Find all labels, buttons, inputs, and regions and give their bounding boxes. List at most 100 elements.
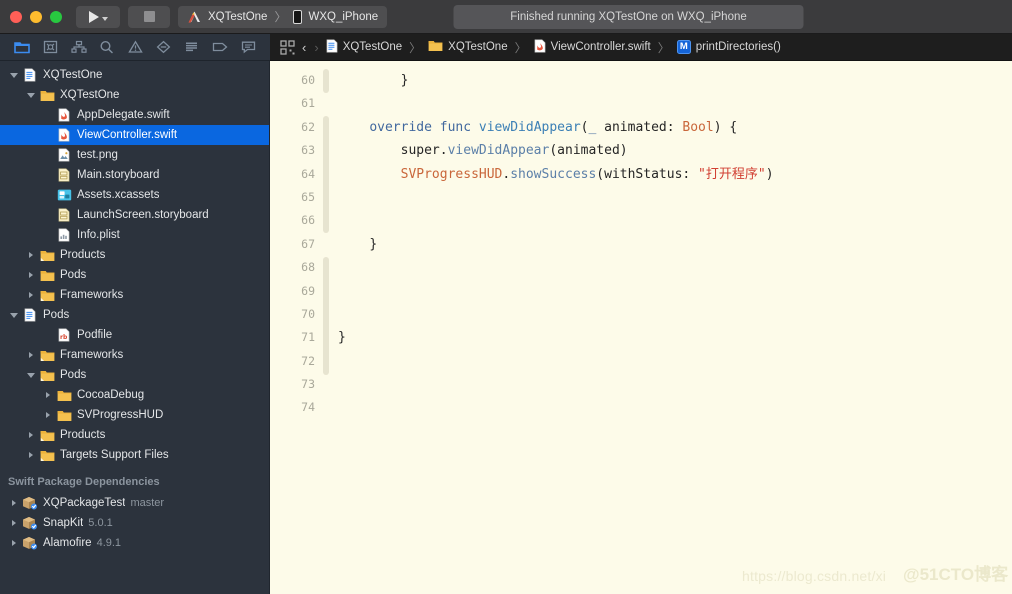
navigate-forward-button[interactable]: ›: [313, 41, 319, 54]
xcode-hammer-icon: [187, 10, 202, 24]
folder-icon: [56, 388, 72, 403]
code-line[interactable]: [338, 303, 1012, 326]
chevron-right-icon[interactable]: [42, 412, 54, 418]
tree-row[interactable]: test.png: [0, 145, 269, 165]
code-token: super: [400, 143, 440, 159]
tree-row[interactable]: Targets Support Files: [0, 445, 269, 465]
code-line[interactable]: }: [338, 69, 1012, 92]
tree-row[interactable]: Frameworks: [0, 345, 269, 365]
tree-row[interactable]: Assets.xcassets: [0, 185, 269, 205]
tree-row[interactable]: AppDelegate.swift: [0, 105, 269, 125]
folder-badge-icon: [39, 428, 55, 443]
folder-badge-icon: [39, 288, 55, 303]
project-navigator[interactable]: XQTestOne XQTestOne AppDelegate.swift ViewC…: [0, 61, 270, 594]
zoom-window-button[interactable]: [50, 10, 62, 23]
tree-row[interactable]: Products: [0, 425, 269, 445]
code-token: }: [369, 236, 378, 252]
tree-row[interactable]: Main.storyboard: [0, 165, 269, 185]
find-navigator-icon[interactable]: [95, 37, 119, 57]
code-line[interactable]: [338, 350, 1012, 373]
breadcrumb-item-project[interactable]: XQTestOne: [326, 38, 402, 56]
swift-file-icon: [56, 108, 72, 123]
code-token: }: [338, 330, 346, 346]
scheme-destination-selector[interactable]: XQTestOne 〉 WXQ_iPhone: [178, 5, 388, 28]
minimize-window-button[interactable]: [30, 10, 42, 23]
tree-row[interactable]: Products: [0, 245, 269, 265]
code-line[interactable]: [338, 209, 1012, 232]
breakpoint-navigator-icon[interactable]: [208, 37, 232, 57]
stop-button[interactable]: [128, 5, 170, 28]
code-token: (withStatus:: [596, 166, 699, 182]
source-control-navigator-icon[interactable]: [38, 37, 62, 57]
close-window-button[interactable]: [10, 10, 22, 23]
source-editor[interactable]: 60 61 62 63 64 65 66 67 68 69 70 71 72 73 74 } overrid…: [270, 61, 1012, 594]
code-line[interactable]: override func viewDidAppear(_ animated: …: [338, 116, 1012, 139]
issue-navigator-icon[interactable]: [123, 37, 147, 57]
symbol-navigator-icon[interactable]: [67, 37, 91, 57]
code-token: viewDidAppear: [478, 119, 581, 135]
chevron-right-icon[interactable]: [8, 500, 20, 506]
tree-row[interactable]: Alamofire 4.9.1: [0, 533, 269, 553]
chevron-right-icon[interactable]: [25, 452, 37, 458]
code-line[interactable]: [338, 396, 1012, 419]
chevron-right-icon[interactable]: [25, 352, 37, 358]
tree-row[interactable]: CocoaDebug: [0, 385, 269, 405]
breadcrumb-item-file[interactable]: ViewController.swift: [534, 38, 651, 56]
code-content[interactable]: } override func viewDidAppear(_ animated…: [322, 61, 1012, 594]
tree-row[interactable]: SnapKit 5.0.1: [0, 513, 269, 533]
test-navigator-icon[interactable]: [151, 37, 175, 57]
chevron-down-icon[interactable]: [8, 72, 20, 78]
chevron-right-icon[interactable]: [25, 432, 37, 438]
package-version-label: 4.9.1: [96, 537, 122, 549]
navigate-back-button[interactable]: ‹: [301, 41, 307, 54]
tree-row[interactable]: SVProgressHUD: [0, 405, 269, 425]
chevron-down-icon[interactable]: [25, 92, 37, 98]
tree-row-selected[interactable]: ViewController.swift: [0, 125, 269, 145]
tree-row[interactable]: Info.plist: [0, 225, 269, 245]
code-line[interactable]: [338, 280, 1012, 303]
chevron-down-icon: [101, 17, 108, 21]
code-line[interactable]: }: [338, 233, 1012, 256]
scheme-name: XQTestOne: [208, 10, 268, 23]
line-number: 68: [301, 260, 315, 275]
chevron-right-icon[interactable]: [25, 252, 37, 258]
breadcrumb-item-method[interactable]: M printDirectories(): [676, 40, 781, 54]
chevron-right-icon[interactable]: [25, 292, 37, 298]
tree-row[interactable]: XQPackageTest master: [0, 493, 269, 513]
chevron-right-icon[interactable]: [8, 540, 20, 546]
line-number: 67: [301, 236, 315, 251]
chevron-down-icon[interactable]: [25, 372, 37, 378]
tree-row[interactable]: Pods: [0, 365, 269, 385]
code-token: "打开程序": [698, 166, 766, 182]
chevron-right-icon[interactable]: [42, 392, 54, 398]
run-button[interactable]: [76, 5, 120, 28]
project-navigator-icon[interactable]: [10, 37, 34, 57]
chevron-down-icon[interactable]: [8, 312, 20, 318]
chevron-right-icon[interactable]: [8, 520, 20, 526]
tree-row[interactable]: Pods: [0, 305, 269, 325]
code-line[interactable]: super.viewDidAppear(animated): [338, 139, 1012, 162]
code-line[interactable]: [338, 186, 1012, 209]
breadcrumb-item-group[interactable]: XQTestOne: [428, 39, 508, 55]
tree-row[interactable]: Pods: [0, 265, 269, 285]
tree-row-label: ViewController.swift: [77, 129, 178, 141]
code-line[interactable]: [338, 256, 1012, 279]
tree-row[interactable]: Frameworks: [0, 285, 269, 305]
code-line[interactable]: [338, 373, 1012, 396]
tree-row[interactable]: XQTestOne: [0, 85, 269, 105]
tree-row-label: Pods: [60, 269, 87, 281]
chevron-right-icon[interactable]: [25, 272, 37, 278]
code-line[interactable]: }: [338, 326, 1012, 349]
tree-row-label: AppDelegate.swift: [77, 109, 170, 121]
line-number: 72: [301, 353, 315, 368]
tree-row[interactable]: rb Podfile: [0, 325, 269, 345]
code-line[interactable]: SVProgressHUD.showSuccess(withStatus: "打…: [338, 163, 1012, 186]
tree-row[interactable]: XQTestOne: [0, 65, 269, 85]
tree-row-label: SVProgressHUD: [77, 409, 164, 421]
tree-row[interactable]: LaunchScreen.storyboard: [0, 205, 269, 225]
code-line[interactable]: [338, 92, 1012, 115]
debug-navigator-icon[interactable]: [180, 37, 204, 57]
related-items-icon[interactable]: [280, 39, 295, 55]
report-navigator-icon[interactable]: [236, 37, 260, 57]
